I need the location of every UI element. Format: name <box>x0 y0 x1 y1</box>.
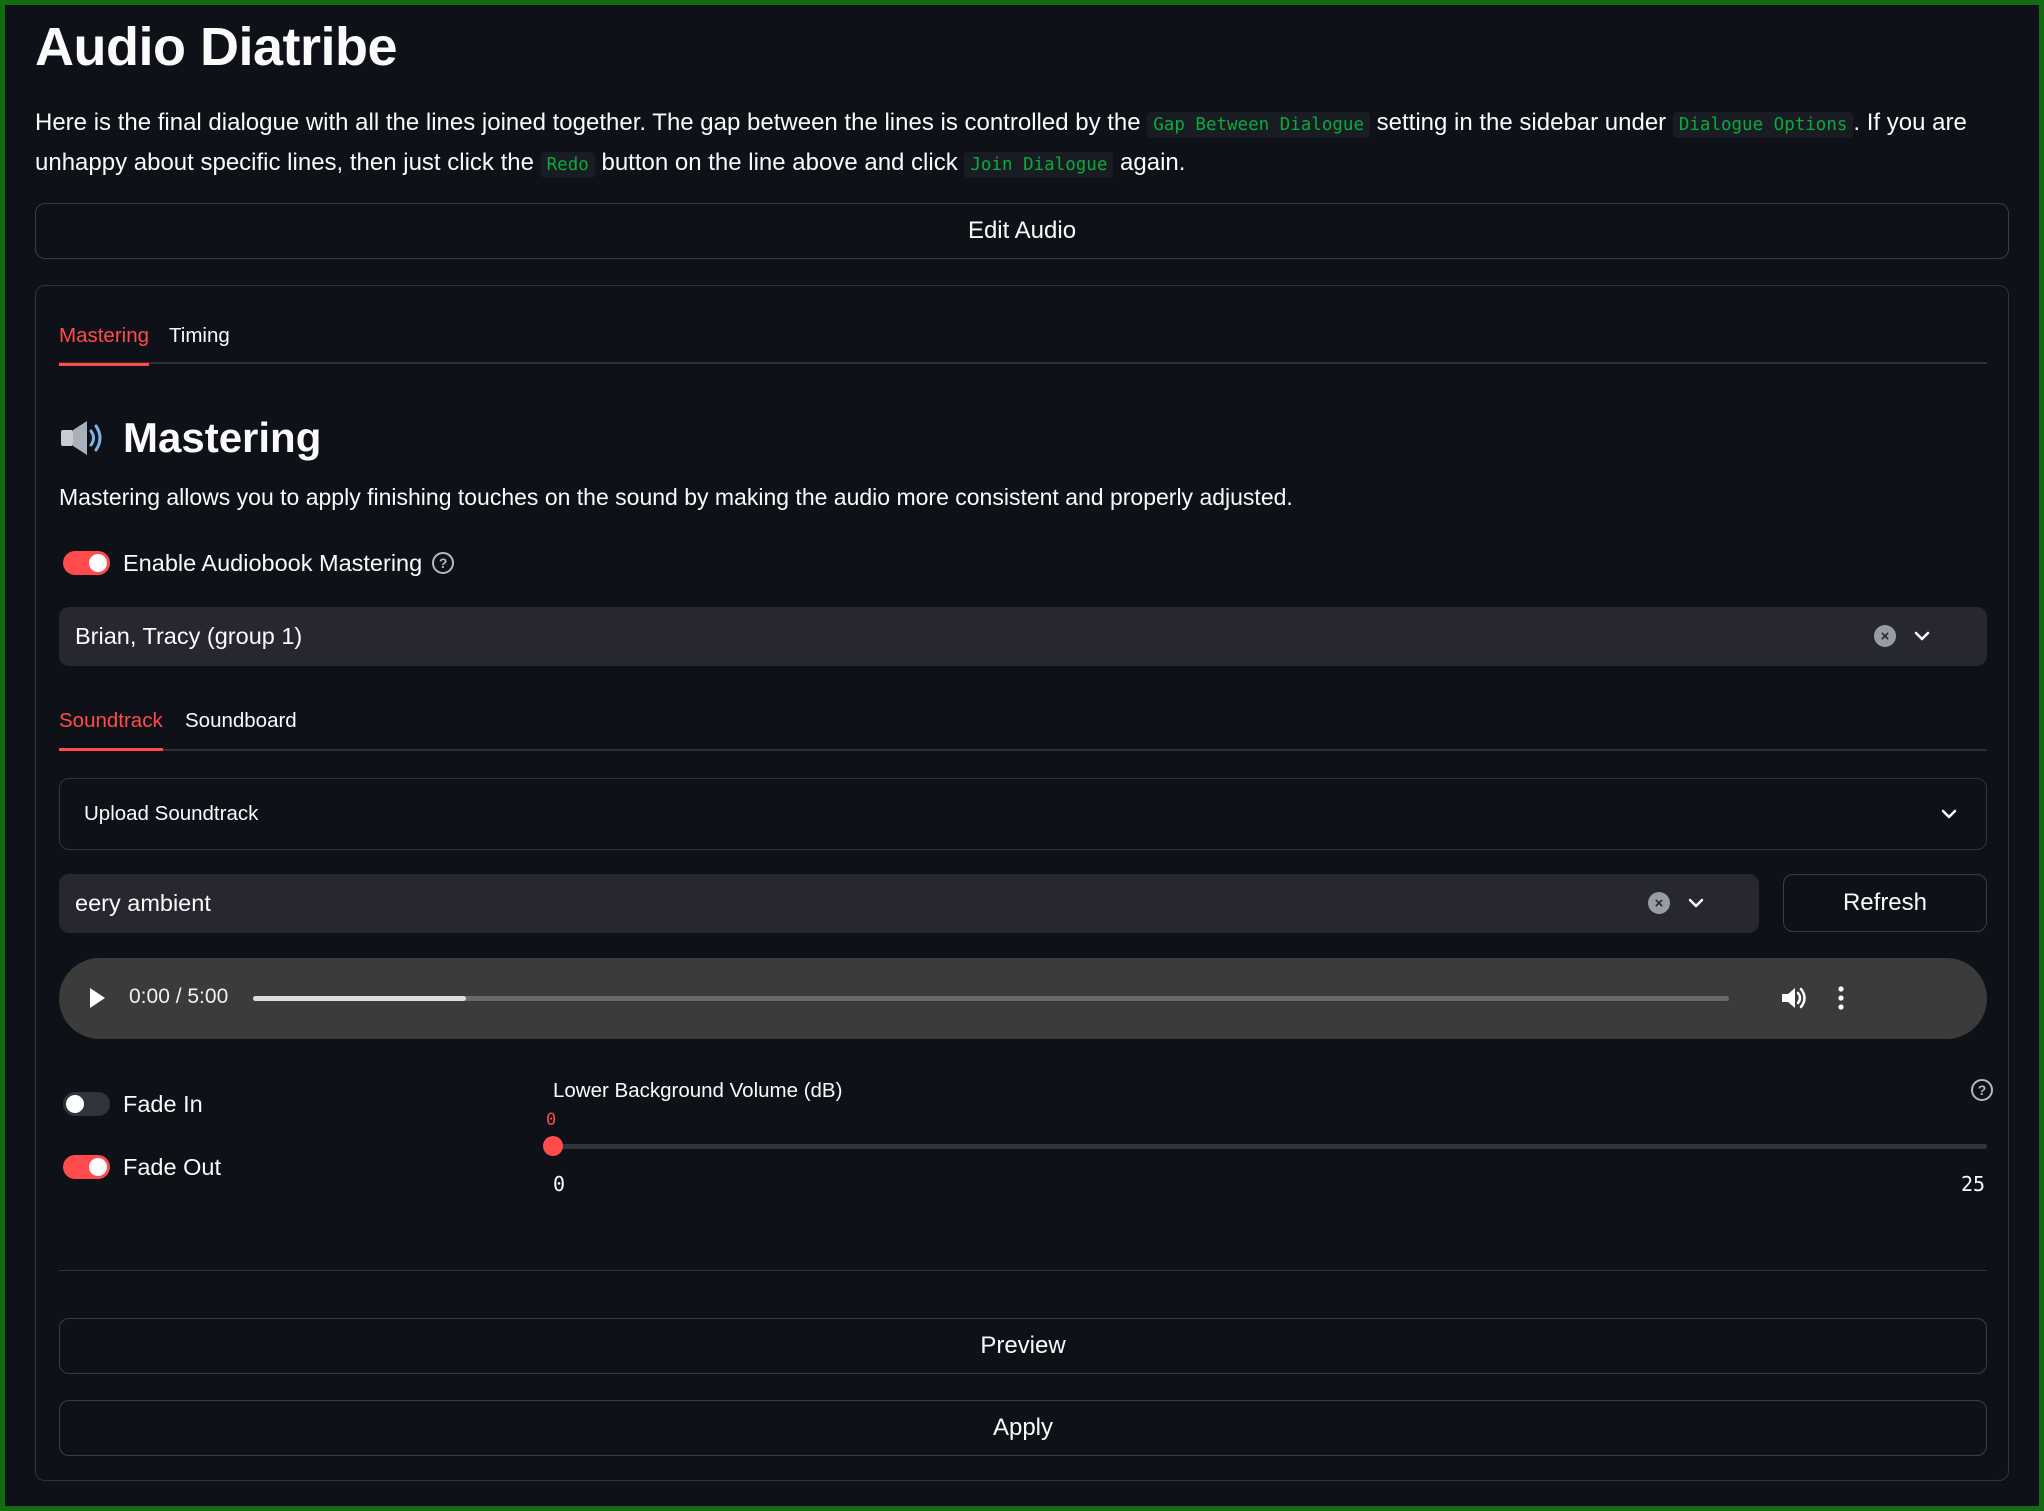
fade-in-label: Fade In <box>123 1090 203 1117</box>
play-icon[interactable] <box>87 986 107 1010</box>
speaker-icon <box>61 421 102 455</box>
edit-audio-button[interactable]: Edit Audio <box>35 203 2009 259</box>
fade-out-toggle-row: Fade Out <box>59 1147 221 1187</box>
intro-paragraph: Here is the final dialogue with all the … <box>35 104 2009 184</box>
background-volume-slider-thumb[interactable] <box>543 1136 563 1156</box>
mastering-description: Mastering allows you to apply finishing … <box>59 484 1293 510</box>
code-redo: Redo <box>540 152 595 178</box>
chevron-down-icon[interactable] <box>1685 892 1707 914</box>
intro-text: again. <box>1113 149 1186 176</box>
group-select-value: Brian, Tracy (group 1) <box>75 623 303 649</box>
intro-text: button on the line above and click <box>594 149 965 176</box>
audio-time: 0:00 / 5:00 <box>129 985 229 1008</box>
code-dialogue-options: Dialogue Options <box>1672 112 1854 138</box>
enable-mastering-toggle[interactable] <box>63 551 110 575</box>
tab-soundboard[interactable]: Soundboard <box>185 693 297 749</box>
audio-progress-fill <box>253 996 466 1001</box>
code-join-dialogue: Join Dialogue <box>964 152 1114 178</box>
intro-text: Here is the final dialogue with all the … <box>35 109 1148 136</box>
fade-out-toggle[interactable] <box>63 1155 110 1179</box>
upload-soundtrack-expander[interactable]: Upload Soundtrack <box>59 778 1987 850</box>
background-volume-label: Lower Background Volume (dB) <box>553 1079 843 1102</box>
fade-in-toggle-row: Fade In <box>59 1084 203 1124</box>
chevron-down-icon[interactable] <box>1911 625 1933 647</box>
mastering-panel: Mastering Timing Mastering Mastering all… <box>35 285 2009 1481</box>
refresh-button[interactable]: Refresh <box>1783 874 1987 932</box>
slider-max-label: 25 <box>1961 1172 1986 1196</box>
tab-soundtrack[interactable]: Soundtrack <box>59 693 163 751</box>
chevron-down-icon <box>1941 809 1957 819</box>
code-gap-between-dialogue: Gap Between Dialogue <box>1147 112 1370 138</box>
fade-out-label: Fade Out <box>123 1153 221 1180</box>
tab-timing[interactable]: Timing <box>169 308 230 364</box>
apply-button[interactable]: Apply <box>59 1400 1987 1456</box>
mastering-heading: Mastering <box>59 408 321 468</box>
divider <box>59 1270 1987 1271</box>
help-icon[interactable]: ? <box>1971 1079 1993 1101</box>
intro-text: setting in the sidebar under <box>1369 109 1673 136</box>
fade-in-toggle[interactable] <box>63 1092 110 1116</box>
group-select[interactable]: Brian, Tracy (group 1) × <box>59 607 1987 666</box>
soundtrack-select[interactable]: eery ambient × <box>59 874 1759 933</box>
soundtrack-select-value: eery ambient <box>75 890 211 916</box>
more-vertical-icon[interactable] <box>1834 984 1848 1012</box>
upload-soundtrack-label: Upload Soundtrack <box>84 802 259 825</box>
main-tabs: Mastering Timing <box>59 308 1987 366</box>
section-title: Mastering <box>123 414 322 461</box>
clear-icon[interactable]: × <box>1874 625 1896 647</box>
help-icon[interactable]: ? <box>432 552 455 574</box>
toggle-knob <box>89 1158 107 1176</box>
enable-mastering-toggle-row: Enable Audiobook Mastering ? <box>59 543 455 583</box>
toggle-knob <box>89 554 107 572</box>
audio-seek-bar[interactable] <box>253 996 1729 1001</box>
tab-mastering[interactable]: Mastering <box>59 308 150 366</box>
enable-mastering-label: Enable Audiobook Mastering <box>123 549 423 576</box>
page-title: Audio Diatribe <box>35 17 398 77</box>
slider-min-label: 0 <box>553 1172 566 1196</box>
audio-player: 0:00 / 5:00 <box>59 958 1987 1039</box>
clear-icon[interactable]: × <box>1648 892 1670 914</box>
toggle-knob <box>66 1095 84 1113</box>
slider-current-value: 0 <box>546 1110 557 1130</box>
preview-button[interactable]: Preview <box>59 1318 1987 1374</box>
sub-tabs: Soundtrack Soundboard <box>59 693 1987 751</box>
volume-icon[interactable] <box>1779 984 1807 1012</box>
background-volume-slider-track[interactable] <box>553 1144 1987 1149</box>
